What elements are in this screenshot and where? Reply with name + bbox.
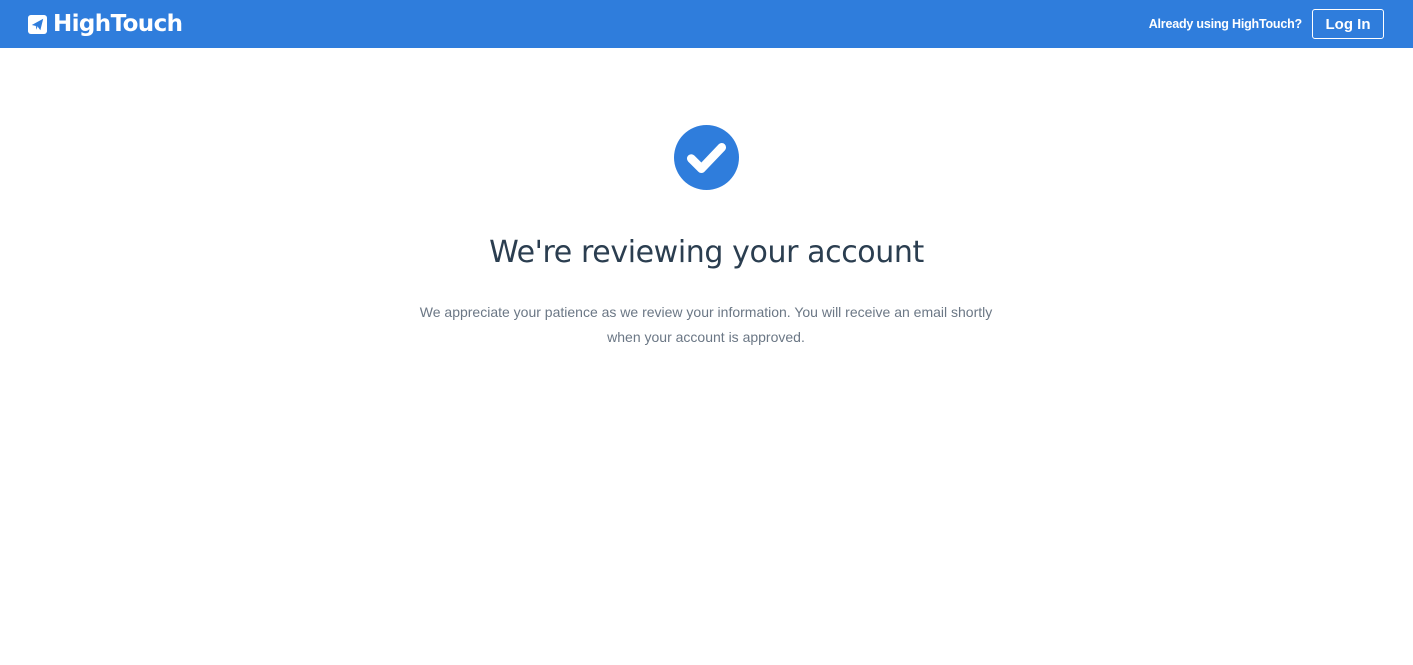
brand-logo-link[interactable]: HighTouch [28,10,183,38]
review-message-line-1: We appreciate your patience as we review… [419,304,993,320]
login-button[interactable]: Log In [1312,9,1384,39]
check-circle-icon [674,125,739,190]
page-title: We're reviewing your account [489,235,924,270]
header-login-area: Already using HighTouch? Log In [1149,9,1384,39]
brand-name: HighTouch [53,11,183,37]
review-message-line-2: when your account is approved. [607,329,805,345]
paper-plane-icon [28,14,47,34]
top-navigation-bar: HighTouch Already using HighTouch? Log I… [0,0,1413,48]
already-using-text: Already using HighTouch? [1148,17,1303,31]
review-message: We appreciate your patience as we review… [406,300,1006,350]
